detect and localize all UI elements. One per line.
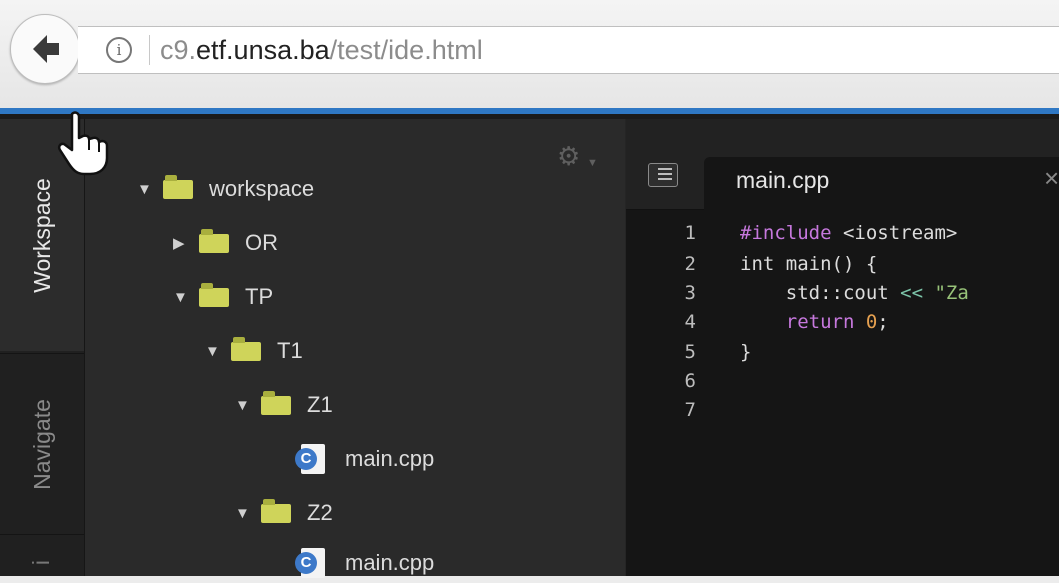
- tree-item-label: TP: [245, 284, 274, 309]
- gear-icon[interactable]: ⚙: [557, 143, 580, 169]
- address-separator: [149, 35, 150, 65]
- tree-item-label: main.cpp: [345, 446, 435, 471]
- back-arrow-icon: [33, 35, 59, 63]
- code-line: return 0;: [740, 311, 889, 333]
- cpp-file-icon: [295, 548, 325, 578]
- code-area[interactable]: 1 2 3 4 5 6 7 #include <iostream> int ma…: [626, 210, 1059, 576]
- back-button[interactable]: [10, 14, 80, 84]
- folder-icon: [199, 282, 229, 307]
- editor-tab-label: main.cpp: [736, 167, 830, 193]
- line-number: 3: [684, 282, 696, 304]
- side-panel-tabs: Workspace Navigate i: [0, 119, 84, 576]
- tab-partial[interactable]: i: [0, 549, 84, 576]
- code-line: int main() {: [740, 253, 878, 275]
- workspace-tree: ⚙ ▼ ▼ workspace ▶ OR ▼ TP ▼ T1 ▼ Z1 C ma…: [84, 119, 625, 578]
- expand-arrow-icon[interactable]: ▼: [235, 505, 253, 522]
- editor-tab-bar: main.cpp ×: [626, 119, 1059, 210]
- tree-item-file[interactable]: main.cpp: [295, 543, 435, 583]
- tab-navigate-label: Navigate: [28, 398, 55, 490]
- line-number: 4: [684, 311, 696, 333]
- code-line: }: [740, 341, 752, 363]
- editor-tab-main-cpp[interactable]: main.cpp ×: [704, 157, 1059, 210]
- tree-item-label: Z1: [307, 392, 333, 417]
- tabs-menu-button[interactable]: [648, 163, 678, 187]
- tree-item-label: main.cpp: [345, 550, 435, 575]
- line-number: 7: [684, 399, 696, 421]
- chevron-down-icon[interactable]: ▼: [587, 157, 598, 169]
- info-icon[interactable]: i: [106, 37, 132, 63]
- code-editor: main.cpp × 1 2 3 4 5 6 7 #include <iostr…: [626, 119, 1059, 576]
- folder-icon: [261, 390, 291, 415]
- tree-item-label: workspace: [209, 176, 315, 201]
- folder-icon: [231, 336, 261, 361]
- line-number: 5: [684, 341, 696, 363]
- line-number: 6: [684, 370, 696, 392]
- hand-cursor-icon: [57, 111, 109, 176]
- tree-item-label: T1: [277, 338, 303, 363]
- expand-arrow-icon[interactable]: ▼: [173, 289, 191, 306]
- url-text: c9.etf.unsa.ba/test/ide.html: [160, 35, 483, 65]
- folder-icon: [261, 498, 291, 523]
- browser-toolbar: i c9.etf.unsa.ba/test/ide.html: [0, 0, 1059, 108]
- tab-workspace-label: Workspace: [28, 177, 55, 293]
- line-number: 2: [684, 253, 696, 275]
- close-icon[interactable]: ×: [1044, 163, 1059, 194]
- cpp-file-icon: [295, 444, 325, 474]
- line-number: 1: [684, 222, 696, 244]
- tree-item-z2[interactable]: ▼ Z2: [235, 493, 333, 533]
- tree-item-tp[interactable]: ▼ TP: [173, 277, 273, 317]
- expand-arrow-icon[interactable]: ▼: [235, 397, 253, 414]
- tab-partial-label: i: [28, 559, 55, 566]
- address-bar[interactable]: i c9.etf.unsa.ba/test/ide.html: [78, 26, 1059, 74]
- folder-icon: [163, 174, 193, 199]
- code-line: std::cout << "Za: [740, 282, 969, 304]
- ide-window: Workspace Navigate i ⚙ ▼ ▼ workspace ▶ O…: [0, 119, 1059, 578]
- tab-navigate[interactable]: Navigate: [0, 353, 84, 535]
- collapse-arrow-icon[interactable]: ▶: [173, 234, 191, 252]
- tree-item-z1[interactable]: ▼ Z1: [235, 385, 333, 425]
- expand-arrow-icon[interactable]: ▼: [205, 343, 223, 360]
- tree-item-label: OR: [245, 230, 278, 255]
- expand-arrow-icon[interactable]: ▼: [137, 181, 155, 198]
- tree-item-label: Z2: [307, 500, 333, 525]
- tree-item-t1[interactable]: ▼ T1: [205, 331, 303, 371]
- tree-item-workspace[interactable]: ▼ workspace: [137, 169, 314, 209]
- tree-item-or[interactable]: ▶ OR: [173, 223, 278, 263]
- tree-item-file[interactable]: main.cpp: [295, 439, 435, 479]
- folder-icon: [199, 228, 229, 253]
- code-line: #include <iostream>: [740, 222, 958, 244]
